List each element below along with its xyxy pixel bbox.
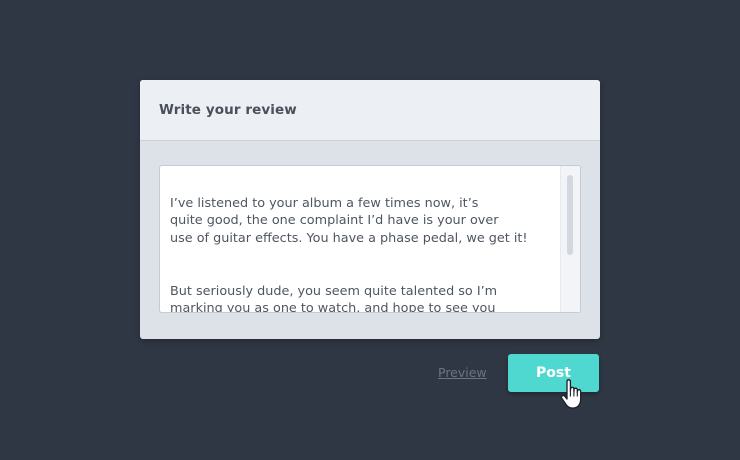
review-text[interactable]: I’ve listened to your album a few times … [170,177,550,313]
hand-pointer-icon [560,379,582,409]
scrollbar-thumb[interactable] [567,175,573,255]
scrollbar-track[interactable] [560,166,580,312]
card-header: Write your review [140,80,600,141]
review-paragraph-1: I’ve listened to your album a few times … [170,195,528,246]
review-textarea[interactable]: I’ve listened to your album a few times … [159,165,581,313]
review-card: Write your review I’ve listened to your … [140,80,600,339]
preview-link[interactable]: Preview [438,365,487,380]
card-title: Write your review [159,102,297,118]
review-paragraph-2: But seriously dude, you seem quite talen… [170,283,498,313]
